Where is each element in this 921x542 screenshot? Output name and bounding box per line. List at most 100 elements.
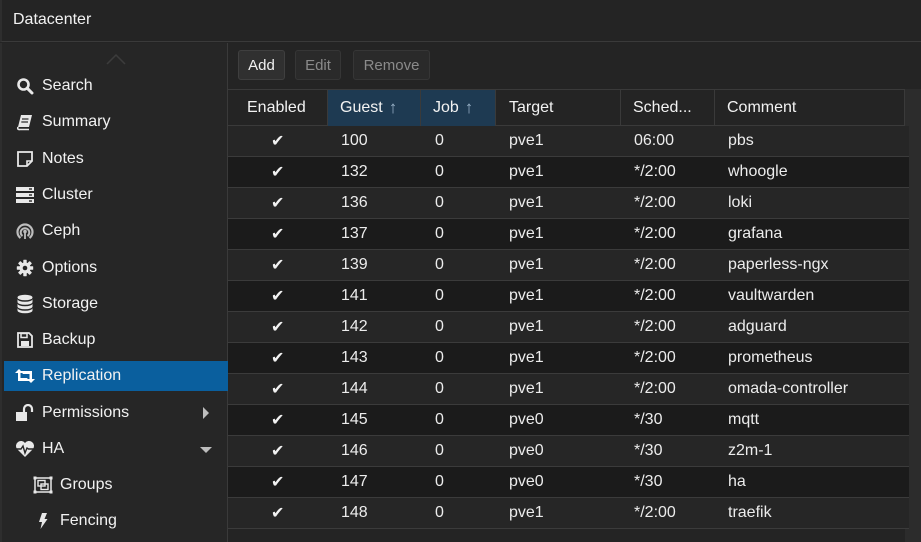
sidebar-item-ceph[interactable]: Ceph [4,216,228,246]
ceph-icon [14,221,36,241]
sidebar-item-label: Fencing [60,512,117,529]
table-row[interactable]: ✔ 147 0 pve0 */30 ha [228,467,909,498]
retweet-icon [14,366,36,386]
bolt-icon [32,511,54,531]
guest-cell: 137 [341,225,368,242]
table-row[interactable]: ✔ 136 0 pve1 */2:00 loki [228,188,909,219]
enabled-check-icon: ✔ [271,474,285,491]
sidebar-item-notes[interactable]: Notes [4,144,228,174]
job-cell: 0 [435,442,444,459]
job-cell: 0 [435,504,444,521]
sidebar-item-label: Ceph [42,222,81,239]
table-row[interactable]: ✔ 145 0 pve0 */30 mqtt [228,405,909,436]
table-row[interactable]: ✔ 142 0 pve1 */2:00 adguard [228,312,909,343]
enabled-check-icon: ✔ [271,257,285,274]
column-header-target[interactable]: Target [496,90,621,126]
column-header-comment[interactable]: Comment [715,90,905,126]
target-cell: pve1 [509,380,544,397]
grid-body: ✔ 100 0 pve1 06:00 pbs ✔ 132 0 pve1 */2:… [228,126,909,529]
schedule-cell: */2:00 [634,349,676,366]
schedule-cell: */2:00 [634,287,676,304]
column-header-schedule[interactable]: Sched... [621,90,715,126]
book-icon [14,112,36,132]
table-row[interactable]: ✔ 146 0 pve0 */30 z2m-1 [228,436,909,467]
add-button[interactable]: Add [238,50,285,80]
job-cell: 0 [435,256,444,273]
job-cell: 0 [435,411,444,428]
table-row[interactable]: ✔ 137 0 pve1 */2:00 grafana [228,219,909,250]
table-row[interactable]: ✔ 132 0 pve1 */2:00 whoogle [228,157,909,188]
job-cell: 0 [435,349,444,366]
guest-cell: 136 [341,194,368,211]
sidebar-item-storage[interactable]: Storage [4,289,228,319]
job-cell: 0 [435,163,444,180]
job-cell: 0 [435,287,444,304]
sidebar-item-label: Permissions [42,404,130,421]
column-header-guest[interactable]: Guest ↑ [328,90,421,126]
comment-cell: vaultwarden [728,287,815,304]
sidebar-item-label: HA [42,440,65,457]
sidebar-item-label: Notes [42,150,84,167]
job-cell: 0 [435,380,444,397]
guest-cell: 146 [341,442,368,459]
guest-cell: 142 [341,318,368,335]
sidebar-item-search[interactable]: Search [4,71,228,101]
chevron-down-icon[interactable] [200,446,212,454]
sidebar-item-label: Search [42,77,93,94]
edit-button[interactable]: Edit [295,50,341,80]
table-row[interactable]: ✔ 139 0 pve1 */2:00 paperless-ngx [228,250,909,281]
comment-cell: grafana [728,225,783,242]
server-icon [14,185,36,205]
table-row[interactable]: ✔ 144 0 pve1 */2:00 omada-controller [228,374,909,405]
comment-cell: omada-controller [728,380,849,397]
enabled-check-icon: ✔ [271,381,285,398]
target-cell: pve0 [509,473,544,490]
sidebar-item-permissions[interactable]: Permissions [4,398,228,428]
guest-cell: 148 [341,504,368,521]
sidebar-item-groups[interactable]: Groups [4,470,228,500]
sidebar-item-label: Cluster [42,186,93,203]
page-title: Datacenter [13,11,92,28]
table-row[interactable]: ✔ 148 0 pve1 */2:00 traefik [228,498,909,529]
sticky-note-icon [14,149,36,169]
sidebar-item-fencing[interactable]: Fencing [4,506,228,536]
job-cell: 0 [435,132,444,149]
table-row[interactable]: ✔ 100 0 pve1 06:00 pbs [228,126,909,157]
sidebar-item-backup[interactable]: Backup [4,325,228,355]
table-row[interactable]: ✔ 141 0 pve1 */2:00 vaultwarden [228,281,909,312]
heartbeat-icon [14,439,36,459]
sidebar-item-options[interactable]: Options [4,253,228,283]
sidebar-item-summary[interactable]: Summary [4,107,228,137]
column-header-job[interactable]: Job ↑ [421,90,496,126]
column-label: Comment [727,99,797,116]
database-icon [14,294,36,314]
floppy-icon [14,330,36,350]
schedule-cell: */30 [634,411,663,428]
grid-header: Enabled Guest ↑ Job ↑ Target Sched... Co… [228,89,905,126]
target-cell: pve1 [509,225,544,242]
target-cell: pve1 [509,287,544,304]
unlock-icon [14,403,36,423]
column-header-enabled[interactable]: Enabled [228,90,328,126]
expand-right-icon[interactable] [202,407,210,419]
sidebar-item-replication[interactable]: Replication [4,361,228,391]
scroll-up-icon[interactable] [106,53,126,65]
enabled-check-icon: ✔ [271,164,285,181]
guest-cell: 145 [341,411,368,428]
target-cell: pve1 [509,194,544,211]
table-row[interactable]: ✔ 143 0 pve1 */2:00 prometheus [228,343,909,374]
sidebar-item-cluster[interactable]: Cluster [4,180,228,210]
remove-button[interactable]: Remove [353,50,430,80]
target-cell: pve0 [509,411,544,428]
target-cell: pve1 [509,132,544,149]
column-label: Enabled [247,99,306,116]
schedule-cell: */2:00 [634,225,676,242]
sort-ascending-icon: ↑ [464,98,474,117]
sidebar-item-label: Backup [42,331,96,348]
sidebar-item-ha[interactable]: HA [4,434,228,464]
comment-cell: loki [728,194,753,211]
job-cell: 0 [435,318,444,335]
enabled-check-icon: ✔ [271,443,285,460]
object-group-icon [32,475,54,495]
schedule-cell: 06:00 [634,132,675,149]
